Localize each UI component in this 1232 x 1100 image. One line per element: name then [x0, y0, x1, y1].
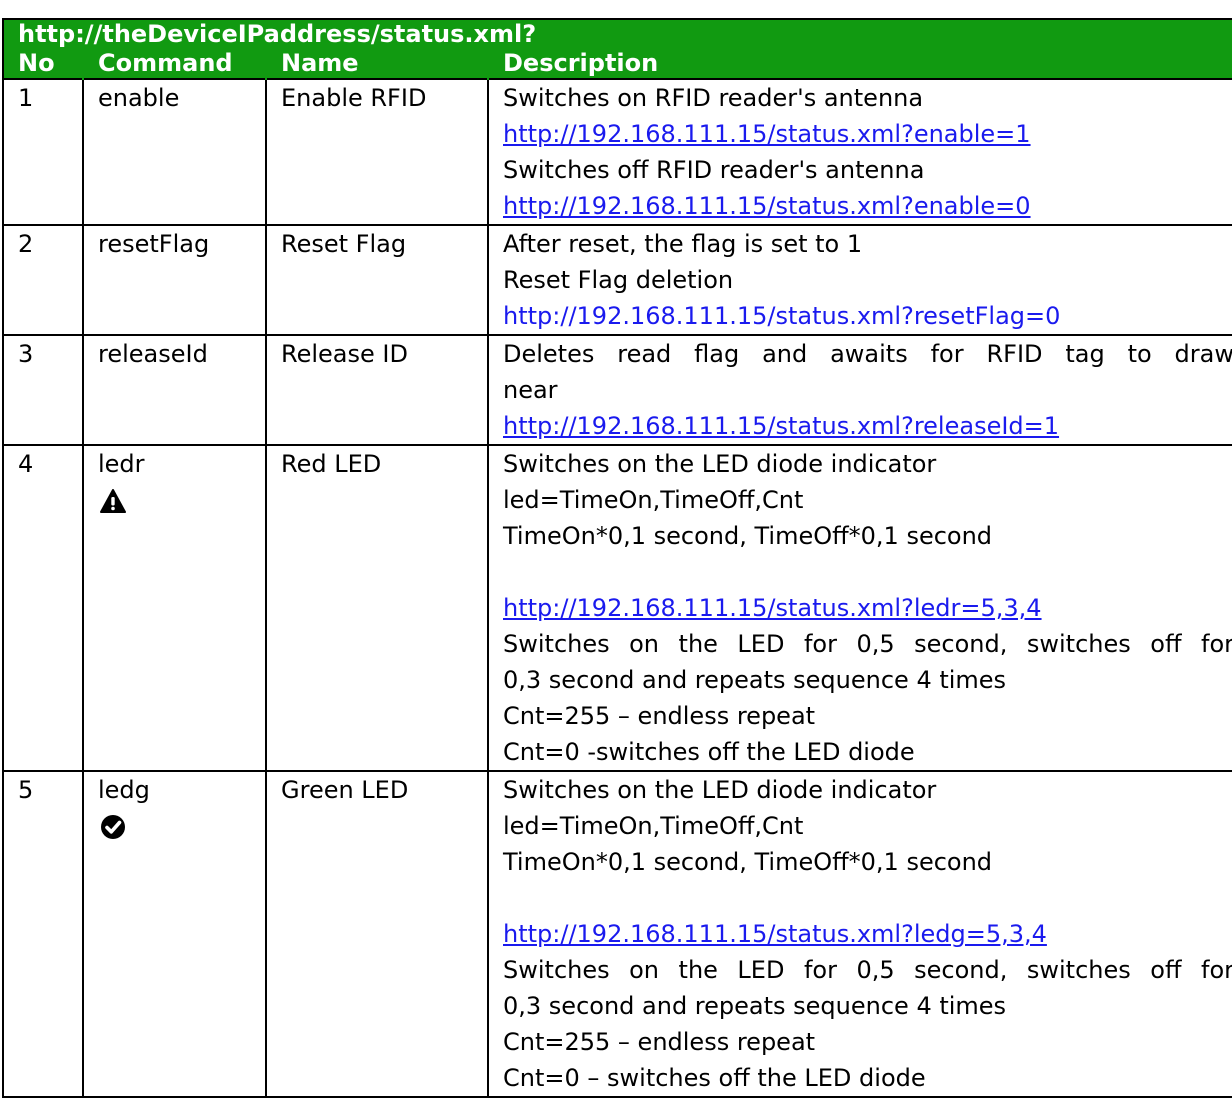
command-cell: ledg — [82, 770, 267, 1098]
url-link[interactable]: http://192.168.111.15/status.xml?release… — [503, 408, 1232, 444]
description-cell: Switches on RFID reader's antenna http:/… — [487, 78, 1232, 226]
row-number: 4 — [2, 444, 84, 772]
warning-icon — [100, 489, 126, 513]
table-row: 3 releaseId Release ID Deletes read flag… — [2, 334, 1232, 446]
description-line: Switches on RFID reader's antenna — [503, 84, 924, 112]
name-cell: Green LED — [265, 770, 489, 1098]
description-line: TimeOn*0,1 second, TimeOff*0,1 second — [503, 522, 993, 550]
table-row: 5 ledg Green LED Switches on the LED dio… — [2, 770, 1232, 1098]
description-line: Deletes read flag and awaits for RFID ta… — [503, 340, 1232, 368]
name-cell: Release ID — [265, 334, 489, 446]
table-row: 2 resetFlag Reset Flag After reset, the … — [2, 224, 1232, 336]
table-row: 1 enable Enable RFID Switches on RFID re… — [2, 78, 1232, 226]
header-name: Name — [265, 48, 489, 79]
row-number: 1 — [2, 78, 84, 226]
description-line: Switches on the LED diode indicator — [503, 776, 937, 804]
description-line: Switches on the LED for 0,5 second, swit… — [503, 630, 1232, 658]
description-line: Cnt=0 -switches off the LED diode — [503, 738, 915, 766]
table-row: 4 ledr Red LED Switches on the LED diode… — [2, 444, 1232, 772]
description-line: After reset, the flag is set to 1 — [503, 230, 863, 258]
command-cell: enable — [82, 78, 267, 226]
description-line: Cnt=0 – switches off the LED diode — [503, 1064, 926, 1092]
description-line: Switches on the LED for 0,5 second, swit… — [503, 956, 1232, 984]
name-cell: Reset Flag — [265, 224, 489, 336]
description-line: led=TimeOn,TimeOff,Cnt — [503, 486, 804, 514]
description-cell: Deletes read flag and awaits for RFID ta… — [487, 334, 1232, 446]
row-number: 3 — [2, 334, 84, 446]
description-line: Switches on the LED diode indicator — [503, 450, 937, 478]
command-cell: ledr — [82, 444, 267, 772]
description-line: near — [503, 376, 558, 404]
description-line: 0,3 second and repeats sequence 4 times — [503, 666, 1007, 694]
command-cell: resetFlag — [82, 224, 267, 336]
description-line: Switches off RFID reader's antenna — [503, 156, 925, 184]
checkmark-icon — [101, 815, 125, 839]
name-cell: Enable RFID — [265, 78, 489, 226]
name-cell: Red LED — [265, 444, 489, 772]
description-line: led=TimeOn,TimeOff,Cnt — [503, 812, 804, 840]
url-link[interactable]: http://192.168.111.15/status.xml?enable=… — [503, 188, 1232, 224]
description-line: Reset Flag deletion — [503, 266, 734, 294]
description-line: 0,3 second and repeats sequence 4 times — [503, 992, 1007, 1020]
header-no: No — [2, 48, 84, 79]
description-line: TimeOn*0,1 second, TimeOff*0,1 second — [503, 848, 993, 876]
url-link[interactable]: http://192.168.111.15/status.xml?enable=… — [503, 116, 1232, 152]
url-link[interactable]: http://192.168.111.15/status.xml?ledg=5,… — [503, 916, 1232, 952]
header-description: Description — [487, 48, 1232, 79]
url-link[interactable]: http://192.168.111.15/status.xml?ledr=5,… — [503, 590, 1232, 626]
command-label: ledr — [98, 450, 145, 478]
description-line: Cnt=255 – endless repeat — [503, 1028, 816, 1056]
command-cell: releaseId — [82, 334, 267, 446]
description-cell: After reset, the flag is set to 1 Reset … — [487, 224, 1232, 336]
command-label: ledg — [98, 776, 150, 804]
row-number: 2 — [2, 224, 84, 336]
description-cell: Switches on the LED diode indicator led=… — [487, 770, 1232, 1098]
row-number: 5 — [2, 770, 84, 1098]
description-line: Cnt=255 – endless repeat — [503, 702, 816, 730]
description-cell: Switches on the LED diode indicator led=… — [487, 444, 1232, 772]
table-title: http://theDeviceIPaddress/status.xml? — [2, 18, 1232, 48]
url-link[interactable]: http://192.168.111.15/status.xml?resetFl… — [503, 298, 1232, 334]
command-table: http://theDeviceIPaddress/status.xml? No… — [2, 18, 1232, 1098]
header-command: Command — [82, 48, 267, 79]
